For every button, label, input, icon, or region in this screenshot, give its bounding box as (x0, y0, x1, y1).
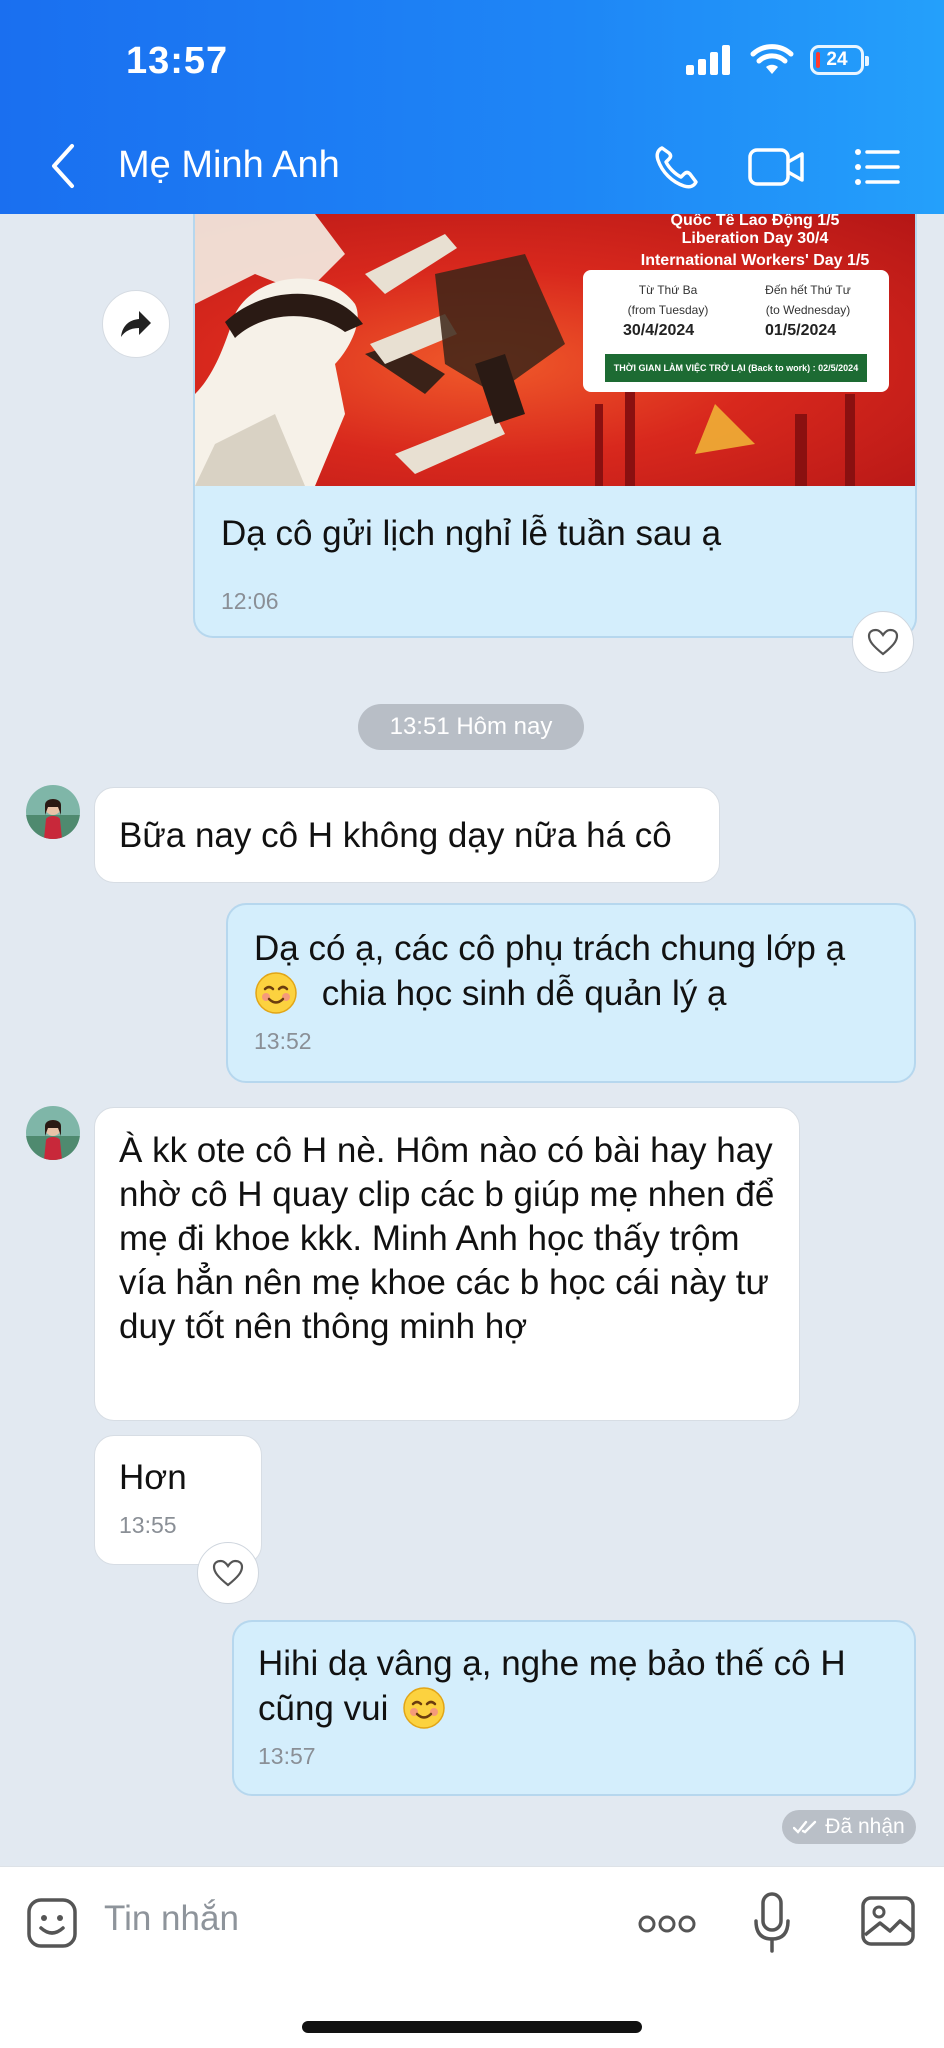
avatar[interactable] (26, 785, 80, 839)
sticker-icon[interactable] (26, 1897, 78, 1949)
battery-icon: 24 (810, 45, 869, 75)
from-sub: (from Tuesday) (627, 303, 709, 317)
message-time: 13:55 (119, 1512, 177, 1538)
more-icon[interactable] (638, 1913, 696, 1935)
message-time: 13:57 (258, 1743, 316, 1769)
nav-row: Mẹ Minh Anh (0, 128, 944, 208)
chat-header: 13:57 24 Mẹ Minh Anh (0, 0, 944, 214)
menu-icon[interactable] (852, 142, 906, 192)
message-line-with-emoji: cũng vui (258, 1686, 890, 1731)
forward-button[interactable] (102, 290, 170, 358)
home-indicator (302, 2021, 642, 2033)
message-bubble[interactable]: Hihi dạ vâng ạ, nghe mẹ bảo thế cô H cũn… (232, 1620, 916, 1796)
poster-line-2: Liberation Day 30/4 (681, 230, 829, 247)
heart-icon (867, 628, 899, 656)
message-text: À kk ote cô H nè. Hôm nào có bài hay hay… (119, 1131, 775, 1346)
message-line: Dạ có ạ, các cô phụ trách chung lớp ạ (254, 929, 846, 968)
smile-emoji-icon (403, 1687, 445, 1729)
date-separator: 13:51 Hôm nay (358, 704, 584, 750)
holiday-dates-box: Từ Thứ Ba (from Tuesday) 30/4/2024 Đến h… (583, 270, 889, 392)
image-message[interactable]: Quốc Tế Lao Động 1/5 Liberation Day 30/4… (193, 214, 917, 638)
message-bubble[interactable]: Dạ có ạ, các cô phụ trách chung lớp ạ ch… (226, 903, 916, 1083)
heart-icon (212, 1559, 244, 1587)
image-icon[interactable] (860, 1895, 916, 1947)
status-icons: 24 (684, 44, 869, 76)
poster-line-3: International Workers' Day 1/5 (640, 252, 870, 269)
from-label: Từ Thứ Ba (638, 283, 698, 297)
smile-emoji-icon (255, 972, 297, 1014)
message-text: Bữa nay cô H không dạy nữa há cô (119, 816, 672, 855)
chat-title[interactable]: Mẹ Minh Anh (118, 144, 340, 187)
react-button[interactable] (852, 611, 914, 673)
avatar[interactable] (26, 1106, 80, 1160)
message-input[interactable]: Tin nhắn (104, 1899, 239, 1939)
back-icon[interactable] (44, 138, 84, 194)
message-line: Hihi dạ vâng ạ, nghe mẹ bảo thế cô H (258, 1644, 846, 1683)
message-text: cũng vui (258, 1689, 389, 1728)
message-text: Hơn (119, 1458, 187, 1497)
delivery-status-label: Đã nhận (825, 1815, 905, 1838)
video-icon[interactable] (746, 142, 806, 192)
to-sub: (to Wednesday) (765, 303, 851, 317)
message-line-with-emoji: chia học sinh dễ quản lý ạ (254, 971, 888, 1016)
message-bubble[interactable]: À kk ote cô H nè. Hôm nào có bài hay hay… (94, 1107, 800, 1421)
image-caption: Dạ cô gửi lịch nghỉ lễ tuần sau ạ (221, 514, 722, 553)
phone-icon[interactable] (650, 142, 704, 192)
from-date: 30/4/2024 (623, 322, 695, 339)
message-text: chia học sinh dễ quản lý ạ (321, 974, 727, 1013)
delivery-status: Đã nhận (782, 1810, 916, 1844)
back-to-work-bar: THỜI GIAN LÀM VIỆC TRỞ LẠI (Back to work… (605, 354, 867, 382)
mic-icon[interactable] (752, 1891, 792, 1955)
composer-bar: Tin nhắn (0, 1866, 944, 2048)
holiday-poster-image[interactable]: Quốc Tế Lao Động 1/5 Liberation Day 30/4… (195, 214, 915, 486)
double-check-icon (793, 1820, 817, 1834)
to-label: Đến hết Thứ Tư (765, 283, 851, 297)
wifi-icon (750, 44, 794, 74)
react-button[interactable] (197, 1542, 259, 1604)
message-time: 12:06 (221, 588, 279, 614)
forward-icon (121, 311, 151, 337)
status-time: 13:57 (126, 40, 229, 82)
avatar-image (26, 785, 80, 839)
avatar-image (26, 1106, 80, 1160)
signal-icon (686, 45, 730, 75)
message-time: 13:52 (254, 1028, 312, 1054)
to-date: 01/5/2024 (765, 322, 837, 339)
message-bubble[interactable]: Bữa nay cô H không dạy nữa há cô (94, 787, 720, 883)
battery-level: 24 (826, 49, 848, 70)
